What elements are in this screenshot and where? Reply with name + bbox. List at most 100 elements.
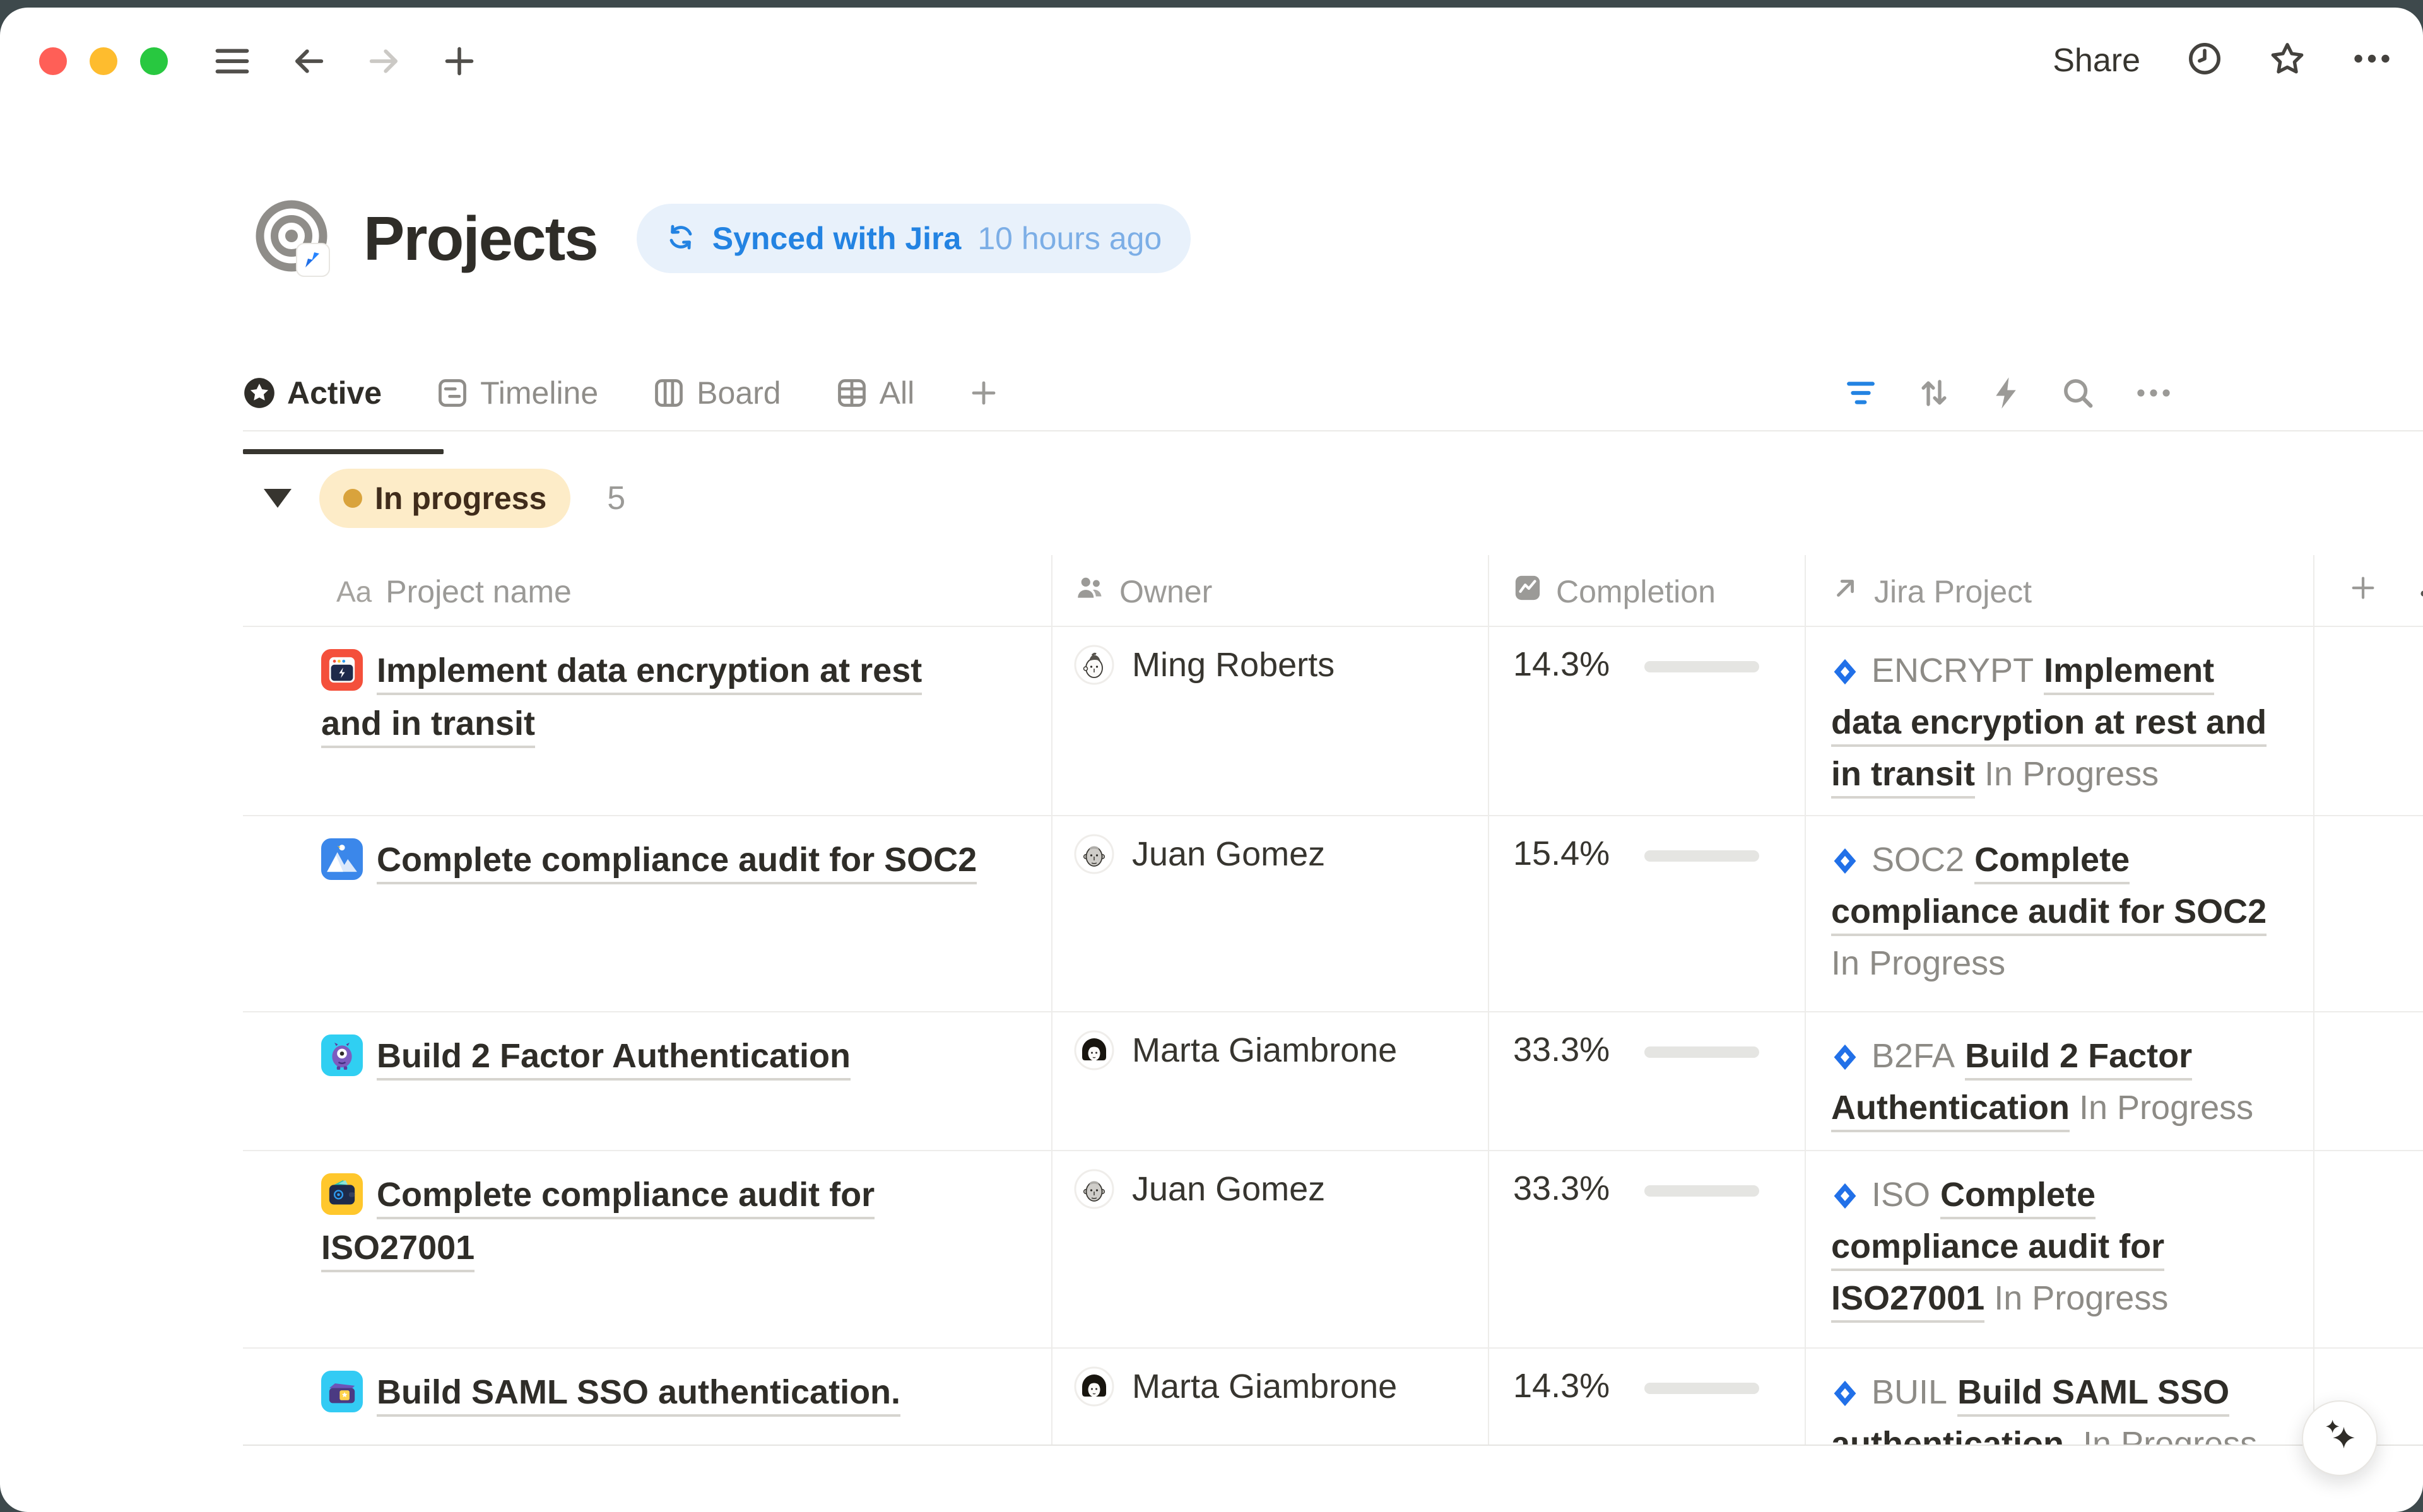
jira-status: In Progress xyxy=(1984,755,2159,793)
column-header-project-name[interactable]: Aa Project name xyxy=(243,555,1052,626)
jira-key: SOC2 xyxy=(1872,841,1964,879)
automations-lightning-icon[interactable] xyxy=(1991,376,2020,410)
safe-emoji-icon xyxy=(321,649,363,691)
column-header-completion[interactable]: Completion xyxy=(1489,555,1806,626)
owner-cell[interactable]: Juan Gomez xyxy=(1052,816,1489,1011)
people-icon xyxy=(1074,572,1105,611)
collapse-group-icon[interactable] xyxy=(264,489,292,508)
empty-cell xyxy=(2314,627,2423,815)
owner-cell[interactable]: Juan Gomez xyxy=(1052,1151,1489,1347)
jira-logo-icon xyxy=(1831,1173,1859,1200)
completion-percent: 14.3% xyxy=(1513,645,1622,684)
view-options-icon[interactable] xyxy=(2135,384,2172,402)
close-window-button[interactable] xyxy=(39,47,67,75)
project-title-link[interactable]: Build SAML SSO authentication. xyxy=(377,1373,900,1417)
owner-cell[interactable]: Marta Giambrone xyxy=(1052,1349,1489,1446)
jira-project-cell[interactable]: SOC2Complete compliance audit for SOC2 I… xyxy=(1806,816,2314,1011)
tab-label: Board xyxy=(697,375,781,411)
jira-project-cell[interactable]: B2FABuild 2 Factor Authentication In Pro… xyxy=(1806,1012,2314,1150)
filter-icon[interactable] xyxy=(1845,379,1877,407)
empty-cell xyxy=(2314,1012,2423,1150)
more-options-icon[interactable] xyxy=(2352,49,2391,71)
table-options-icon[interactable] xyxy=(2419,573,2423,610)
tab-label: Active xyxy=(287,375,382,411)
column-header-owner[interactable]: Owner xyxy=(1052,555,1489,626)
avatar-juan xyxy=(1074,1169,1114,1209)
jira-logo-icon xyxy=(1831,648,1859,676)
monster-emoji-icon xyxy=(321,1034,363,1076)
jira-status: In Progress xyxy=(1994,1279,2168,1317)
completion-cell[interactable]: 33.3% xyxy=(1489,1012,1806,1150)
jira-project-cell[interactable]: BUILBuild SAML SSO authentication. In Pr… xyxy=(1806,1349,2314,1446)
progress-bar xyxy=(1644,850,1759,862)
active-tab-underline xyxy=(243,449,444,454)
jira-project-cell[interactable]: ENCRYPTImplement data encryption at rest… xyxy=(1806,627,2314,815)
sync-badge-label: Synced with Jira xyxy=(712,220,962,257)
zoom-window-button[interactable] xyxy=(140,47,168,75)
table-row[interactable]: Build SAML SSO authentication. Marta Gia… xyxy=(243,1349,2423,1446)
project-title-link[interactable]: Build 2 Factor Authentication xyxy=(377,1037,851,1081)
tab-active[interactable]: Active xyxy=(243,375,382,411)
share-button[interactable]: Share xyxy=(2053,42,2140,79)
completion-cell[interactable]: 33.3% xyxy=(1489,1151,1806,1347)
table-row[interactable]: Implement data encryption at rest and in… xyxy=(243,627,2423,816)
completion-cell[interactable]: 15.4% xyxy=(1489,816,1806,1011)
project-name-cell[interactable]: Complete compliance audit for ISO27001 xyxy=(243,1151,1052,1347)
jira-key: BUIL xyxy=(1872,1373,1947,1411)
page-icon-target[interactable] xyxy=(252,197,336,280)
project-title-link[interactable]: Complete compliance audit for SOC2 xyxy=(377,841,977,884)
completion-percent: 33.3% xyxy=(1513,1030,1622,1069)
favorite-star-icon[interactable] xyxy=(2269,40,2306,80)
jira-sync-badge[interactable]: Synced with Jira 10 hours ago xyxy=(637,204,1191,273)
owner-cell[interactable]: Marta Giambrone xyxy=(1052,1012,1489,1150)
project-title-link[interactable]: Implement data encryption at rest and in… xyxy=(321,652,922,748)
cardbox-emoji-icon xyxy=(321,1371,363,1412)
jira-key: ISO xyxy=(1872,1176,1930,1214)
table-header-row: Aa Project name Owner Completion Jira P xyxy=(243,555,2423,627)
sidebar-menu-icon[interactable] xyxy=(215,46,250,76)
tab-board[interactable]: Board xyxy=(652,375,781,411)
tab-all[interactable]: All xyxy=(835,375,915,411)
new-tab-icon[interactable] xyxy=(443,45,476,78)
tab-timeline[interactable]: Timeline xyxy=(436,375,598,411)
project-title-link[interactable]: Complete compliance audit for ISO27001 xyxy=(321,1176,875,1272)
updates-clock-icon[interactable] xyxy=(2187,41,2222,79)
avatar-ming xyxy=(1074,645,1114,685)
progress-bar xyxy=(1644,1185,1759,1197)
table-row[interactable]: Complete compliance audit for ISO27001 J… xyxy=(243,1151,2423,1349)
board-view-icon xyxy=(652,377,685,409)
jira-key: ENCRYPT xyxy=(1872,652,2034,689)
jira-logo-icon xyxy=(1831,1370,1859,1398)
group-status-badge[interactable]: In progress xyxy=(319,469,570,528)
project-name-cell[interactable]: Complete compliance audit for SOC2 xyxy=(243,816,1052,1011)
table-row[interactable]: Build 2 Factor Authentication Marta Giam… xyxy=(243,1012,2423,1151)
project-name-cell[interactable]: Build 2 Factor Authentication xyxy=(243,1012,1052,1150)
timeline-view-icon xyxy=(436,377,469,409)
jira-logo-icon xyxy=(1831,838,1859,865)
add-view-button[interactable] xyxy=(969,378,999,408)
table-row[interactable]: Complete compliance audit for SOC2 Juan … xyxy=(243,816,2423,1012)
window-controls xyxy=(39,47,168,75)
notion-ai-button[interactable] xyxy=(2302,1400,2378,1476)
project-name-cell[interactable]: Build SAML SSO authentication. xyxy=(243,1349,1052,1446)
owner-name: Marta Giambrone xyxy=(1132,1367,1397,1406)
jira-project-cell[interactable]: ISOComplete compliance audit for ISO2700… xyxy=(1806,1151,2314,1347)
minimize-window-button[interactable] xyxy=(90,47,117,75)
project-name-cell[interactable]: Implement data encryption at rest and in… xyxy=(243,627,1052,815)
owner-name: Juan Gomez xyxy=(1132,835,1325,874)
sparkle-icon xyxy=(2333,1427,2354,1448)
titlebar: Share xyxy=(0,8,2423,127)
add-column-icon[interactable] xyxy=(2349,573,2378,610)
completion-percent: 33.3% xyxy=(1513,1169,1622,1208)
progress-bar xyxy=(1644,1383,1759,1394)
forward-icon[interactable] xyxy=(367,44,401,78)
jira-status: In Progress xyxy=(2079,1089,2253,1127)
sort-icon[interactable] xyxy=(1917,376,1951,410)
owner-cell[interactable]: Ming Roberts xyxy=(1052,627,1489,815)
back-icon[interactable] xyxy=(292,44,326,78)
completion-cell[interactable]: 14.3% xyxy=(1489,1349,1806,1446)
completion-cell[interactable]: 14.3% xyxy=(1489,627,1806,815)
search-icon[interactable] xyxy=(2061,376,2095,410)
column-header-jira-project[interactable]: Jira Project xyxy=(1806,555,2314,626)
status-dot xyxy=(343,489,362,508)
